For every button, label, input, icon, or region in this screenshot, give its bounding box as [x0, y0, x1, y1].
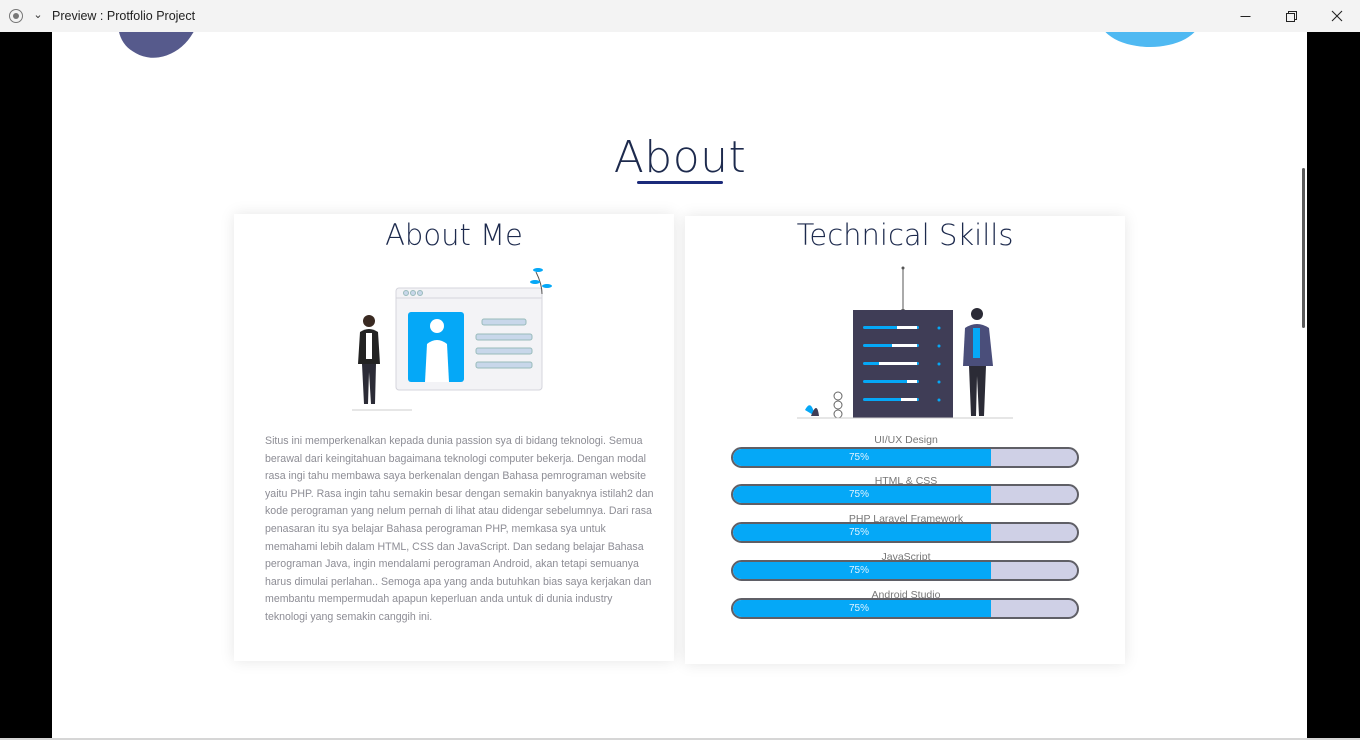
skill-percent: 75%: [849, 603, 870, 614]
server-illustration: [797, 266, 1013, 419]
title-underline: [637, 181, 723, 184]
portfolio-page: About About Me Situs ini memperkenalkan …: [52, 32, 1307, 738]
skill-label: UI/UX Design: [874, 434, 938, 446]
minimize-button[interactable]: [1222, 0, 1268, 32]
skill-progress-bar: 75%: [731, 484, 1079, 505]
skill-progress-bar: 75%: [731, 560, 1079, 581]
window-title: Preview : Protfolio Project: [52, 9, 196, 23]
about-me-description: Situs ini memperkenalkan kepada dunia pa…: [265, 435, 654, 623]
about-me-card: About Me Situs ini memperkenalkan kepada…: [234, 214, 674, 661]
section-title: About: [613, 132, 747, 183]
profile-illustration: [352, 268, 552, 411]
technical-skills-title: Technical Skills: [796, 218, 1014, 252]
minimize-icon: [1240, 15, 1250, 17]
window-titlebar: ⌄ Preview : Protfolio Project: [0, 0, 1360, 32]
skill-percent: 75%: [849, 452, 870, 463]
app-record-icon: [9, 9, 23, 23]
skill-progress-bar: 75%: [731, 598, 1079, 619]
skill-percent: 75%: [849, 565, 870, 576]
restore-button[interactable]: [1268, 0, 1314, 32]
decorative-blob-right: [1100, 32, 1200, 47]
close-button[interactable]: [1314, 0, 1360, 32]
restore-icon: [1285, 10, 1297, 22]
technical-skills-card: Technical Skills UI/UX Design 75% HTML &…: [685, 216, 1125, 664]
about-me-title: About Me: [385, 218, 523, 252]
skill-progress-bar: 75%: [731, 447, 1079, 468]
close-icon: [1331, 10, 1343, 22]
scrollbar-thumb[interactable]: [1302, 168, 1305, 328]
skill-percent: 75%: [849, 489, 870, 500]
skill-progress-bar: 75%: [731, 522, 1079, 543]
skill-percent: 75%: [849, 527, 870, 538]
decorative-blob-left: [105, 32, 214, 73]
chevron-down-icon[interactable]: ⌄: [31, 8, 45, 22]
